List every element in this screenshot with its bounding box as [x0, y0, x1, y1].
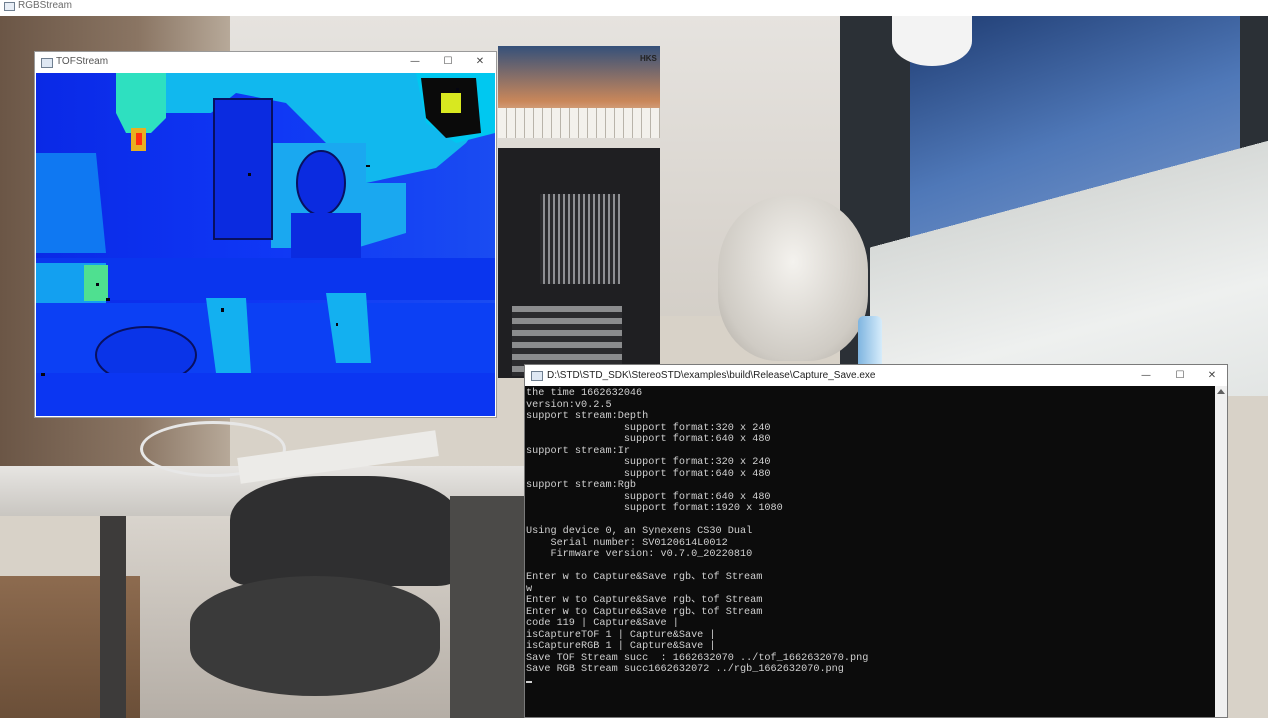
close-button[interactable]: ✕: [463, 52, 497, 72]
rgbstream-titlebar[interactable]: RGBStream: [0, 0, 1268, 12]
tofstream-window[interactable]: TOFStream — ☐ ✕: [34, 51, 497, 418]
scene-window-sill: [870, 116, 1268, 396]
console-line: Serial number: SV0120614L0012: [526, 537, 728, 549]
console-line: support stream:Ir: [526, 445, 630, 457]
scene-chair-back: [230, 476, 460, 586]
close-button[interactable]: ✕: [1195, 365, 1229, 386]
console-line: w: [526, 583, 533, 595]
console-line: version:v0.2.5: [526, 399, 612, 411]
console-titlebar[interactable]: D:\STD\STD_SDK\StereoSTD\examples\build\…: [525, 365, 1227, 386]
console-line: Using device 0, an Synexens CS30 Dual: [526, 526, 753, 537]
console-line: Enter w to Capture&Save rgb、tof Stream: [526, 572, 763, 583]
rgbstream-title: RGBStream: [18, 0, 72, 11]
console-line: support format:1920 x 1080: [526, 503, 783, 514]
maximize-button[interactable]: ☐: [431, 52, 465, 72]
console-output[interactable]: the time 1662632046 version:v0.2.5 support…: [525, 386, 1215, 717]
console-line: support stream:Depth: [526, 411, 649, 422]
console-line: isCaptureTOF 1 | Capture&Save |: [526, 629, 716, 641]
minimize-button[interactable]: —: [398, 52, 432, 72]
tof-depth-image: [36, 73, 495, 416]
scene-lamp: [892, 16, 972, 66]
console-line: isCaptureRGB 1 | Capture&Save |: [526, 641, 716, 652]
console-line: the time 1662632046: [526, 388, 643, 399]
scene-cabinet: [450, 496, 525, 718]
console-prompt-line: [526, 676, 1215, 688]
scene-desk-leg: [100, 516, 126, 718]
console-window[interactable]: D:\STD\STD_SDK\StereoSTD\examples\build\…: [524, 364, 1228, 718]
console-window-icon: [531, 371, 543, 381]
console-line: Save RGB Stream succ1662632072 ../rgb_16…: [526, 664, 844, 675]
minimize-button[interactable]: —: [1129, 365, 1163, 386]
console-line: Firmware version: v0.7.0_20220810: [526, 549, 753, 560]
tofstream-title: TOFStream: [56, 56, 109, 67]
scene-statue-bust: [718, 196, 868, 361]
text-cursor: [526, 680, 532, 683]
app-window-icon: [41, 58, 53, 68]
console-line: support format:640 x 480: [526, 491, 771, 503]
console-line: support format:320 x 240: [526, 422, 771, 434]
console-line: support format:640 x 480: [526, 434, 771, 445]
console-line: Enter w to Capture&Save rgb、tof Stream: [526, 595, 763, 606]
scene-chair: [190, 576, 440, 696]
console-line: code 119 | Capture&Save |: [526, 618, 679, 629]
scene-calendar-grid: [498, 108, 660, 138]
console-line: Save TOF Stream succ : 1662632070 ../tof…: [526, 652, 869, 664]
console-line: support format:320 x 240: [526, 457, 771, 468]
maximize-button[interactable]: ☐: [1163, 365, 1197, 386]
app-window-icon: [4, 2, 15, 11]
vertical-scrollbar[interactable]: [1215, 386, 1227, 717]
calendar-brand-text: HKS: [640, 54, 657, 63]
console-title: D:\STD\STD_SDK\StereoSTD\examples\build\…: [547, 370, 876, 381]
depth-map-graphic: [36, 73, 495, 416]
scroll-up-arrow-icon[interactable]: [1217, 389, 1225, 394]
console-line: Enter w to Capture&Save rgb、tof Stream: [526, 606, 763, 618]
tofstream-titlebar[interactable]: TOFStream — ☐ ✕: [35, 52, 496, 72]
console-line: support format:640 x 480: [526, 468, 771, 480]
scene-pc-grill: [540, 194, 620, 284]
console-line: support stream:Rgb: [526, 480, 637, 491]
